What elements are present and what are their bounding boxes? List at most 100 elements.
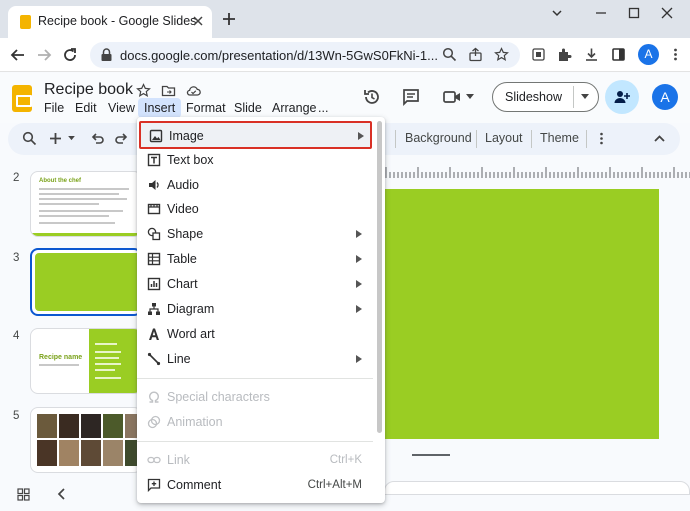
version-history-icon[interactable] [362,87,382,107]
side-panel-icon[interactable] [611,47,626,62]
chevron-down-icon[interactable] [550,6,564,20]
account-avatar[interactable]: A [652,84,678,110]
download-icon[interactable] [584,47,599,62]
slides-logo-icon[interactable] [12,85,32,112]
more-vertical-icon[interactable] [668,47,683,62]
extensions-puzzle-icon[interactable] [557,47,572,62]
grid-view-icon[interactable] [16,487,31,502]
slideshow-button[interactable]: Slideshow [492,82,599,112]
video-icon [147,202,161,216]
menu-view[interactable]: View [108,101,135,115]
theme-button[interactable]: Theme [540,131,579,145]
menu-file[interactable]: File [44,101,64,115]
chart-icon [147,277,161,291]
menu-item-label: Table [167,252,197,266]
new-tab-plus-icon[interactable] [222,12,236,26]
menu-arrange[interactable]: Arrange [272,101,316,115]
lock-icon[interactable] [100,48,113,62]
menu-scrollbar[interactable] [377,121,382,433]
browser-toolbar: docs.google.com/presentation/d/13Wn-5GwS… [0,38,690,72]
document-title[interactable]: Recipe book [44,81,133,99]
food-photo [37,414,57,438]
forward-arrow-icon[interactable] [36,47,52,63]
browser-tab[interactable]: Recipe book - Google Slides [8,6,212,38]
move-folder-icon[interactable] [161,83,176,98]
cloud-status-icon[interactable] [186,83,201,98]
text-line [95,357,119,359]
insert-chart-item[interactable]: Chart [137,272,373,297]
tab-title: Recipe book - Google Slides [38,14,197,28]
slide-thumbnail-3-selected[interactable] [30,248,142,316]
insert-table-item[interactable]: Table [137,247,373,272]
text-line [95,343,117,345]
zoom-search-icon[interactable] [442,47,457,62]
slide-thumbnail-4[interactable]: Recipe name [30,328,142,394]
bookmark-star-icon[interactable] [494,47,509,62]
insert-word-art-item[interactable]: Word art [137,322,373,347]
layout-button[interactable]: Layout [485,131,523,145]
text-line [39,188,129,190]
caret-down-icon[interactable] [581,94,589,100]
undo-icon[interactable] [90,131,105,146]
share-button[interactable] [605,80,639,114]
address-bar[interactable]: docs.google.com/presentation/d/13Wn-5GwS… [90,42,520,68]
text-line [39,222,115,224]
insert-video-item[interactable]: Video [137,197,373,222]
menu-item-label: Line [167,352,191,366]
more-vertical-icon[interactable] [594,131,609,146]
chevron-down-icon[interactable] [466,94,474,100]
close-tab-icon[interactable] [192,15,204,27]
thumbnail-heading: Recipe name [39,354,83,361]
caret-down-icon[interactable] [68,136,75,141]
redo-icon[interactable] [114,131,129,146]
chevron-up-icon[interactable] [652,131,667,146]
slide-thumbnail-2[interactable]: About the chef [30,171,142,237]
speaker-notes-panel[interactable] [384,481,690,495]
maximize-icon[interactable] [627,6,641,20]
insert-shape-item[interactable]: Shape [137,222,373,247]
new-slide-plus-icon[interactable] [48,131,63,146]
back-arrow-icon[interactable] [10,47,26,63]
button-divider [573,86,574,108]
menu-insert[interactable]: Insert [138,98,182,118]
toolbar-divider [586,130,587,148]
background-button[interactable]: Background [405,131,472,145]
browser-profile-avatar[interactable]: A [638,44,659,65]
shortcut-text: Ctrl+K [329,454,362,466]
menu-item-label: Animation [167,415,223,429]
screenshot-icon[interactable] [531,47,546,62]
meet-camera-icon[interactable] [442,87,462,107]
menu-edit[interactable]: Edit [75,101,97,115]
star-icon[interactable] [136,83,151,98]
shortcut-text: Ctrl+Alt+M [307,479,362,491]
insert-image-item[interactable]: Image [139,121,372,149]
insert-special-characters-item: Special characters [137,385,373,410]
submenu-arrow-icon [356,305,362,313]
menu-format[interactable]: Format [186,101,226,115]
search-menus-icon[interactable] [22,131,37,146]
horizontal-ruler[interactable] [384,163,690,179]
insert-line-item[interactable]: Line [137,347,373,372]
food-photo [81,440,101,466]
share-page-icon[interactable] [468,47,483,62]
minimize-icon[interactable] [594,6,608,20]
chevron-left-icon[interactable] [56,487,68,501]
slide-thumbnail-5[interactable] [30,407,142,473]
menu-item-label: Shape [167,227,204,241]
insert-comment-item[interactable]: Comment Ctrl+Alt+M [137,473,373,498]
speaker-notes-handle[interactable] [412,454,450,456]
comments-icon[interactable] [401,87,421,107]
insert-text-box-item[interactable]: Text box [137,148,373,173]
insert-audio-item[interactable]: Audio [137,173,373,198]
reload-icon[interactable] [62,47,78,63]
menu-more[interactable]: ... [318,101,328,115]
close-window-icon[interactable] [660,6,674,20]
menu-item-label: Chart [167,277,198,291]
add-person-icon [614,91,630,103]
current-slide[interactable] [384,189,659,439]
text-line [39,203,99,205]
insert-diagram-item[interactable]: Diagram [137,297,373,322]
toolbar-divider [395,130,396,148]
text-line [95,351,121,353]
menu-slide[interactable]: Slide [234,101,262,115]
